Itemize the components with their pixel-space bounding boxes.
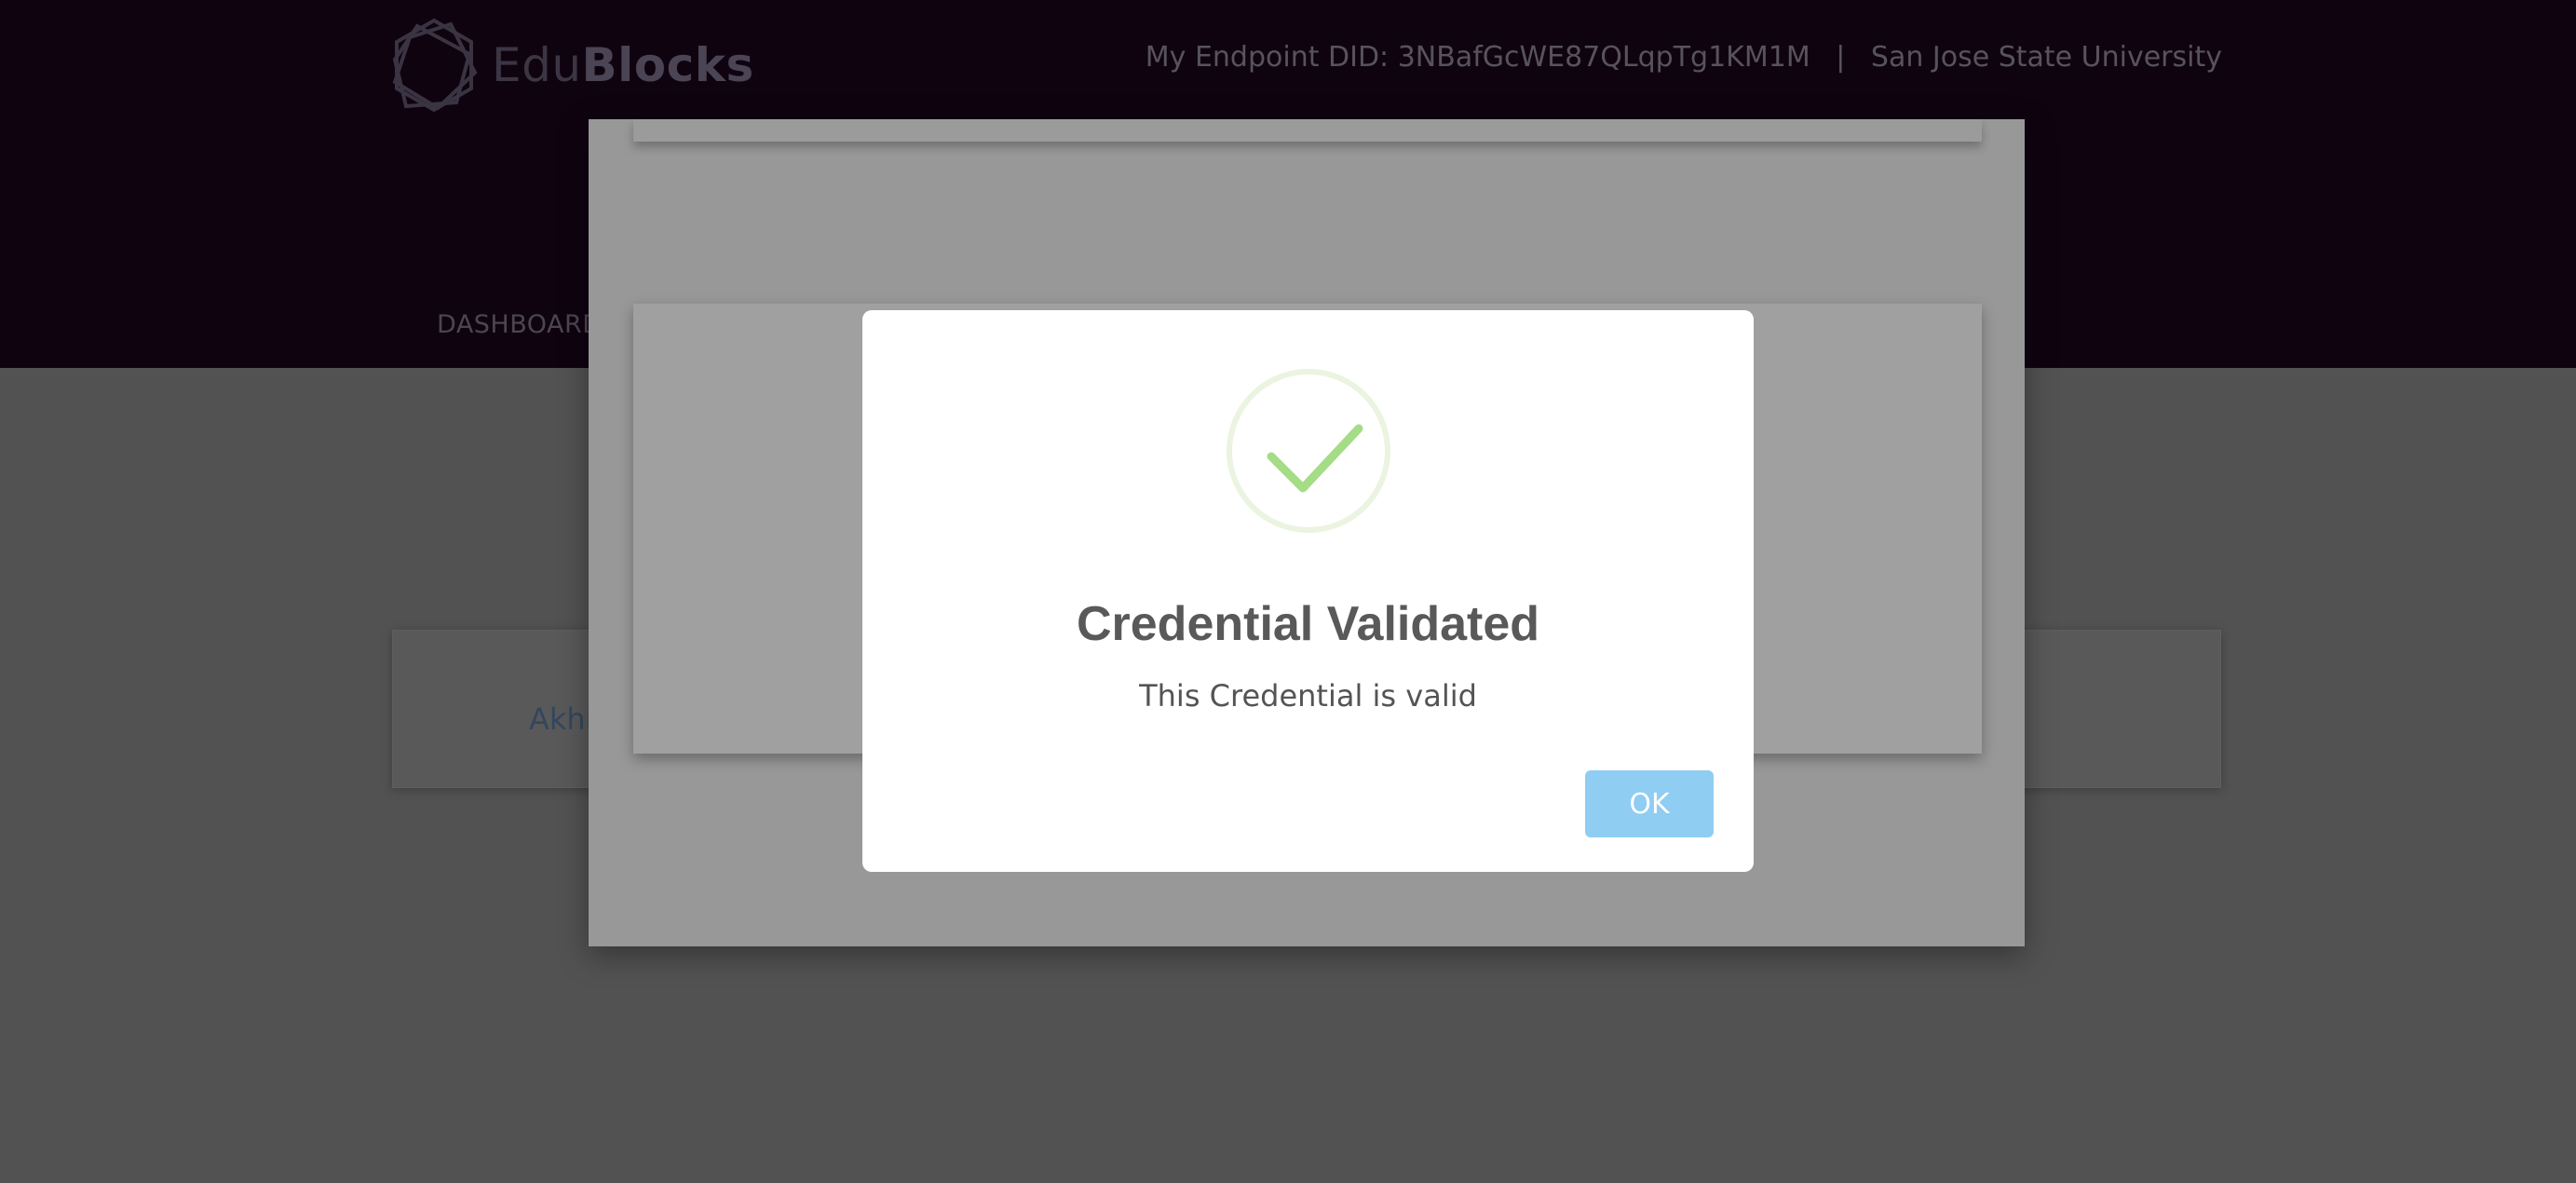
brand[interactable]: EduBlocks (389, 17, 754, 114)
checkmark-icon (1267, 424, 1363, 493)
endpoint-did: 3NBafGcWE87QLqpTg1KM1M (1397, 41, 1810, 74)
app-root: EduBlocks My Endpoint DID: 3NBafGcWE87QL… (0, 0, 2576, 1183)
endpoint-info: My Endpoint DID: 3NBafGcWE87QLqpTg1KM1M … (1146, 41, 2222, 74)
alert-message: This Credential is valid (1139, 678, 1477, 714)
details-top-panel (633, 119, 1982, 142)
brand-name: EduBlocks (492, 38, 754, 92)
brand-name-bold: Blocks (581, 38, 754, 92)
student-name-link[interactable]: Akhi (529, 701, 594, 737)
edublocks-logo-icon (392, 18, 478, 113)
validation-alert-dialog: Credential Validated This Credential is … (862, 310, 1754, 872)
success-check-icon (1227, 369, 1390, 533)
brand-name-light: Edu (492, 38, 582, 92)
endpoint-label: My Endpoint DID: (1145, 41, 1390, 74)
nav-dashboard-link[interactable]: DASHBOARD (437, 310, 603, 339)
endpoint-separator: | (1836, 41, 1846, 74)
university-name: San Jose State University (1870, 41, 2222, 74)
ok-button[interactable]: OK (1585, 770, 1714, 837)
alert-title: Credential Validated (1076, 597, 1540, 651)
